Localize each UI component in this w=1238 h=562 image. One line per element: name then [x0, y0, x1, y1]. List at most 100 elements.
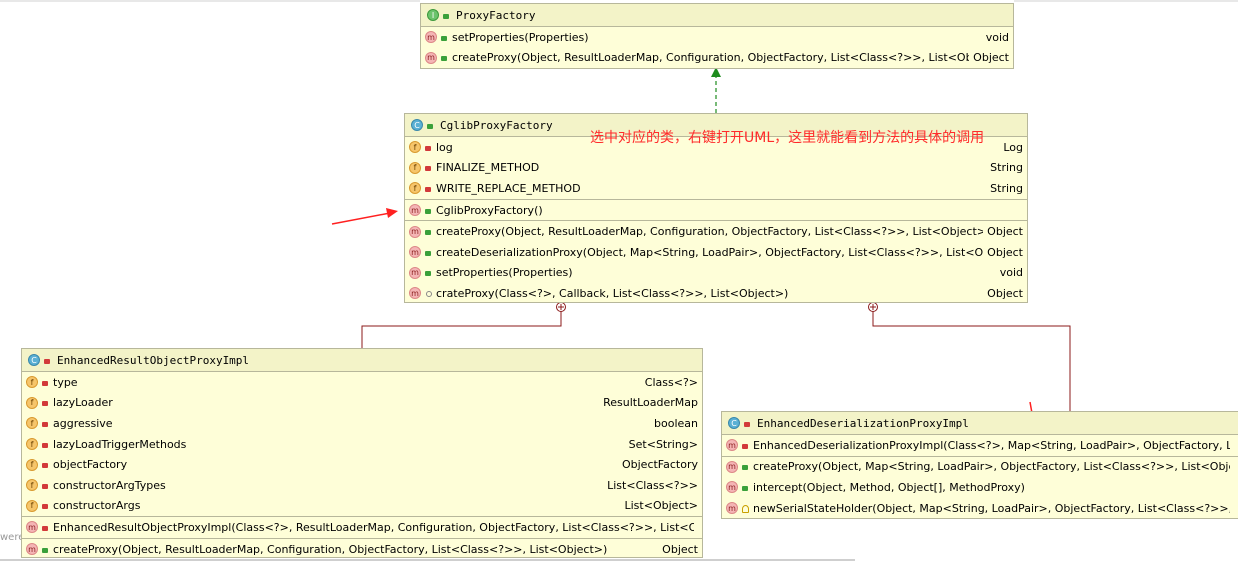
member-type: Class<?> [644, 375, 698, 389]
field-row[interactable]: f type Class<?> [22, 372, 702, 393]
public-icon [442, 11, 450, 20]
public-icon [741, 462, 749, 471]
method-icon: m [726, 502, 738, 515]
private-icon [43, 356, 51, 365]
method-row[interactable]: m intercept(Object, Method, Object[], Met… [722, 477, 1238, 498]
class-proxy-factory[interactable]: I ProxyFactory m setProperties(Properties… [420, 3, 1014, 69]
method-row[interactable]: m createProxy(Object, ResultLoaderMap, Co… [421, 48, 1013, 68]
member-signature: aggressive [53, 416, 113, 430]
public-icon [424, 248, 432, 257]
member-signature: EnhancedResultObjectProxyImpl(Class<?>, … [53, 520, 694, 534]
member-signature: createProxy(Object, ResultLoaderMap, Con… [53, 542, 608, 556]
member-signature: createProxy(Object, ResultLoaderMap, Con… [452, 51, 970, 65]
member-signature: setProperties(Properties) [436, 266, 573, 280]
method-row[interactable]: m createProxy(Object, ResultLoaderMap, Co… [405, 221, 1027, 242]
protected-icon [741, 504, 749, 513]
package-icon [424, 289, 432, 298]
public-icon [424, 227, 432, 236]
methods-section: m createProxy(Object, ResultLoaderMap, Co… [22, 539, 702, 557]
member-type: Object [973, 51, 1009, 65]
member-signature: constructorArgs [53, 499, 141, 513]
method-icon: m [726, 481, 738, 494]
constructor-row[interactable]: m CglibProxyFactory() [405, 200, 1027, 221]
field-row[interactable]: f lazyLoadTriggerMethods Set<String> [22, 434, 702, 455]
member-signature: setProperties(Properties) [452, 30, 589, 44]
annotation-arrow-1 [331, 212, 391, 225]
class-icon: C [411, 119, 423, 131]
constructor-row[interactable]: m EnhancedResultObjectProxyImpl(Class<?>,… [22, 517, 702, 538]
method-icon: m [26, 521, 38, 534]
public-icon [424, 268, 432, 277]
private-icon [41, 501, 49, 510]
member-signature: createDeserializationProxy(Object, Map<S… [436, 245, 984, 259]
method-icon: m [425, 31, 437, 44]
method-row[interactable]: m createProxy(Object, Map<String, LoadPai… [722, 457, 1238, 478]
private-icon [424, 184, 432, 193]
field-icon: f [26, 479, 38, 492]
private-icon [41, 440, 49, 449]
member-type: void [999, 266, 1023, 280]
class-name: ProxyFactory [456, 8, 536, 22]
member-type: String [990, 181, 1023, 195]
method-icon: m [726, 460, 738, 473]
class-name: EnhancedDeserializationProxyImpl [757, 416, 969, 430]
private-icon [41, 378, 49, 387]
private-icon [424, 163, 432, 172]
field-row[interactable]: f lazyLoader ResultLoaderMap [22, 393, 702, 414]
method-row[interactable]: m setProperties(Properties) void [421, 27, 1013, 48]
member-signature: FINALIZE_METHOD [436, 161, 540, 175]
field-icon: f [409, 141, 421, 154]
private-icon [41, 481, 49, 490]
field-icon: f [26, 396, 38, 409]
member-type: ObjectFactory [621, 458, 698, 472]
method-row[interactable]: m setProperties(Properties) void [405, 263, 1027, 284]
constructors-section: m EnhancedDeserializationProxyImpl(Class<… [722, 435, 1238, 457]
member-type: Object [987, 225, 1023, 239]
field-row[interactable]: f aggressive boolean [22, 413, 702, 434]
method-row[interactable]: m crateProxy(Class<?>, Callback, List<Cla… [405, 283, 1027, 302]
member-signature: lazyLoader [53, 396, 113, 410]
method-row[interactable]: m createProxy(Object, ResultLoaderMap, Co… [22, 539, 702, 557]
methods-section: m createProxy(Object, Map<String, LoadPai… [722, 457, 1238, 518]
private-icon [424, 143, 432, 152]
member-signature: intercept(Object, Method, Object[], Meth… [753, 480, 1025, 494]
private-icon [41, 398, 49, 407]
method-row[interactable]: m newSerialStateHolder(Object, Map<String… [722, 498, 1238, 518]
member-type: void [985, 30, 1009, 44]
methods-section: m setProperties(Properties) void m createPro… [421, 27, 1013, 68]
member-type: boolean [654, 416, 698, 430]
fields-section: f type Class<?> f lazyLoader ResultLoaderMap f… [22, 372, 702, 518]
method-icon: m [409, 204, 421, 217]
public-icon [440, 33, 448, 42]
class-header: C EnhancedResultObjectProxyImpl [22, 349, 702, 372]
constructor-row[interactable]: m EnhancedDeserializationProxyImpl(Class<… [722, 435, 1238, 456]
class-icon: C [728, 417, 740, 429]
class-name: CglibProxyFactory [440, 118, 553, 132]
class-name: EnhancedResultObjectProxyImpl [57, 353, 250, 367]
class-header: I ProxyFactory [421, 4, 1013, 27]
field-row[interactable]: f objectFactory ObjectFactory [22, 454, 702, 475]
class-icon: C [28, 354, 40, 366]
member-type: String [990, 161, 1023, 175]
member-signature: createProxy(Object, ResultLoaderMap, Con… [436, 225, 984, 239]
class-enhanced-deserialization-proxy-impl[interactable]: C EnhancedDeserializationProxyImpl m Enha… [721, 411, 1238, 519]
constructors-section: m CglibProxyFactory() [405, 200, 1027, 222]
private-icon [743, 419, 751, 428]
field-row[interactable]: f constructorArgs List<Object> [22, 496, 702, 517]
method-row[interactable]: m createDeserializationProxy(Object, Map<… [405, 242, 1027, 263]
field-row[interactable]: f constructorArgTypes List<Class<?>> [22, 475, 702, 496]
member-signature: newSerialStateHolder(Object, Map<String,… [753, 501, 1230, 515]
method-icon: m [409, 225, 421, 238]
annotation-text: 选中对应的类，右键打开UML，这里就能看到方法的具体的调用 [590, 130, 985, 146]
field-row[interactable]: f FINALIZE_METHOD String [405, 158, 1027, 179]
field-icon: f [409, 161, 421, 174]
field-icon: f [26, 438, 38, 451]
class-header: C EnhancedDeserializationProxyImpl [722, 412, 1238, 435]
field-row[interactable]: f WRITE_REPLACE_METHOD String [405, 178, 1027, 199]
member-signature: CglibProxyFactory() [436, 203, 543, 217]
member-signature: objectFactory [53, 458, 128, 472]
class-enhanced-result-object-proxy-impl[interactable]: C EnhancedResultObjectProxyImpl f type Cla… [21, 348, 703, 558]
member-type: List<Class<?>> [607, 478, 698, 492]
method-icon: m [26, 543, 38, 556]
method-icon: m [726, 439, 738, 452]
